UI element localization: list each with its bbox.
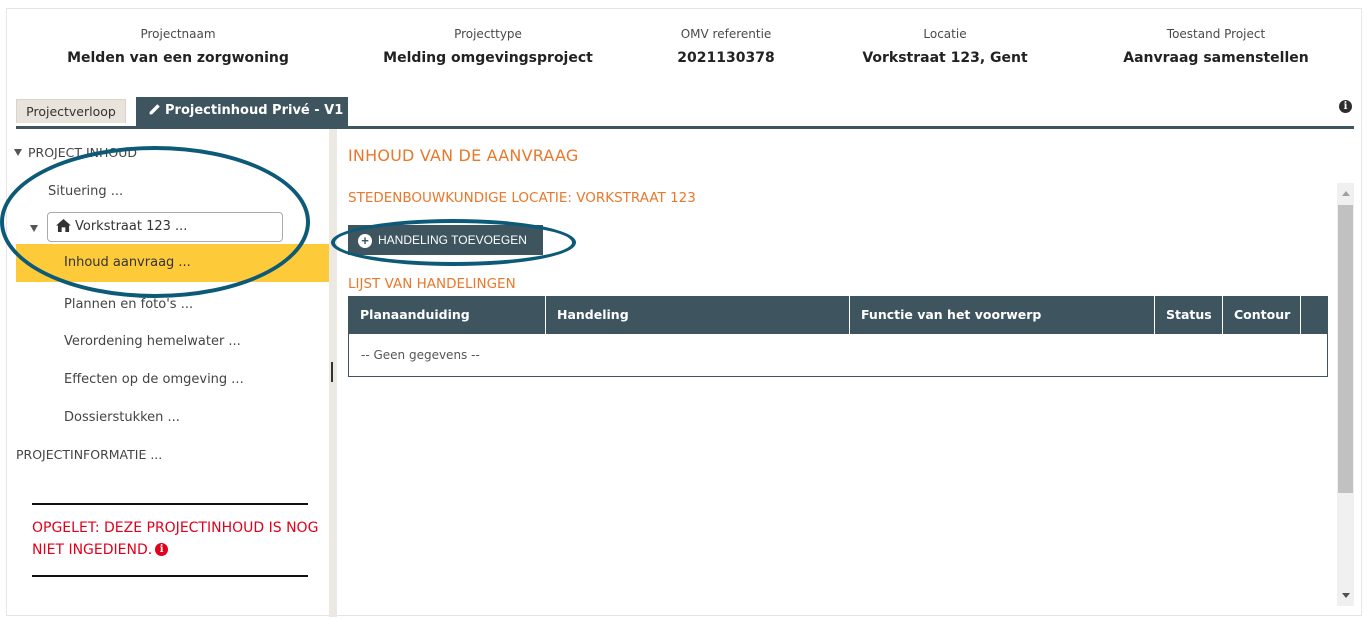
list-heading: LIJST VAN HANDELINGEN [348,276,516,292]
header-toestand: Toestand Project Aanvraag samenstellen [1096,24,1336,68]
project-header: Projectnaam Melden van een zorgwoning Pr… [0,24,1368,76]
divider [32,503,308,505]
header-projecttype: Projecttype Melding omgevingsproject [368,24,608,68]
sidebar-item-effecten[interactable]: Effecten op de omgeving ... [64,372,244,387]
plus-circle-icon: + [358,234,372,248]
sidebar-item-plannen[interactable]: Plannen en foto's ... [64,297,193,312]
location-heading: STEDENBOUWKUNDIGE LOCATIE: VORKSTRAAT 12… [348,190,696,206]
address-label: Vorkstraat 123 ... [75,219,188,234]
projecttype-label: Projecttype [454,27,522,41]
caret-down-icon[interactable] [30,225,38,232]
projectnaam-value: Melden van een zorgwoning [67,50,289,66]
scroll-thumb[interactable] [1338,205,1353,493]
sidebar-item-dossierstukken[interactable]: Dossierstukken ... [64,410,180,425]
omv-label: OMV referentie [680,27,772,41]
tab-projectinhoud-label: Projectinhoud Privé - V1 [165,103,344,118]
sidebar-item-verordening[interactable]: Verordening hemelwater ... [64,334,241,349]
column-header-handeling[interactable]: Handeling [546,296,850,334]
home-icon [56,219,71,232]
scroll-down-icon[interactable] [1342,593,1350,598]
info-icon[interactable]: i [1339,100,1352,113]
header-locatie: Locatie Vorkstraat 123, Gent [825,24,1065,68]
splitter-handle[interactable] [331,362,333,382]
tree-root-project-inhoud[interactable]: PROJECT INHOUD [14,145,137,160]
header-omv: OMV referentie 2021130378 [606,24,846,68]
table-empty-row: -- Geen gegevens -- [349,334,1327,376]
tab-projectverloop[interactable]: Projectverloop [16,99,126,123]
column-header-empty [1301,296,1327,334]
column-header-functie[interactable]: Functie van het voorwerp [850,296,1155,334]
projecttype-value: Melding omgevingsproject [383,50,593,66]
projectnaam-label: Projectnaam [140,27,216,41]
info-icon[interactable]: i [155,543,169,556]
scroll-up-icon[interactable] [1342,191,1350,196]
divider [32,575,308,577]
sidebar-tree: PROJECT INHOUD Situering ... Vorkstraat … [0,129,330,617]
main-content: INHOUD VAN DE AANVRAAG STEDENBOUWKUNDIGE… [337,129,1337,617]
toestand-value: Aanvraag samenstellen [1123,50,1309,66]
tree-root-label: PROJECT INHOUD [28,145,138,160]
handelingen-table: Planaanduiding Handeling Functie van het… [348,296,1328,377]
pencil-icon [149,104,160,115]
table-header: Planaanduiding Handeling Functie van het… [349,296,1327,334]
tab-projectinhoud[interactable]: Projectinhoud Privé - V1 [136,97,348,127]
sidebar-item-label: Inhoud aanvraag ... [64,255,191,270]
vertical-scrollbar[interactable] [1337,183,1354,606]
sidebar-item-situering[interactable]: Situering ... [48,184,123,199]
page-title: INHOUD VAN DE AANVRAAG [348,146,579,165]
toestand-label: Toestand Project [1166,27,1266,41]
caret-down-icon [14,149,22,156]
add-button-label: HANDELING TOEVOEGEN [378,233,527,247]
column-header-status[interactable]: Status [1155,296,1223,334]
locatie-label: Locatie [923,27,967,41]
omv-value: 2021130378 [677,50,775,66]
warning-message: OPGELET: DEZE PROJECTINHOUD IS NOG NIET … [32,517,322,561]
sidebar-item-address[interactable]: Vorkstraat 123 ... [47,212,283,242]
sidebar-item-inhoud-aanvraag[interactable]: Inhoud aanvraag ... [16,244,330,282]
locatie-value: Vorkstraat 123, Gent [862,50,1028,66]
add-handeling-button[interactable]: + HANDELING TOEVOEGEN [348,225,543,255]
warning-text: OPGELET: DEZE PROJECTINHOUD IS NOG NIET … [32,520,319,558]
sidebar-item-projectinformatie[interactable]: PROJECTINFORMATIE ... [16,447,162,462]
header-projectnaam: Projectnaam Melden van een zorgwoning [58,24,298,68]
column-header-contour[interactable]: Contour [1223,296,1301,334]
column-header-planaanduiding[interactable]: Planaanduiding [349,296,546,334]
